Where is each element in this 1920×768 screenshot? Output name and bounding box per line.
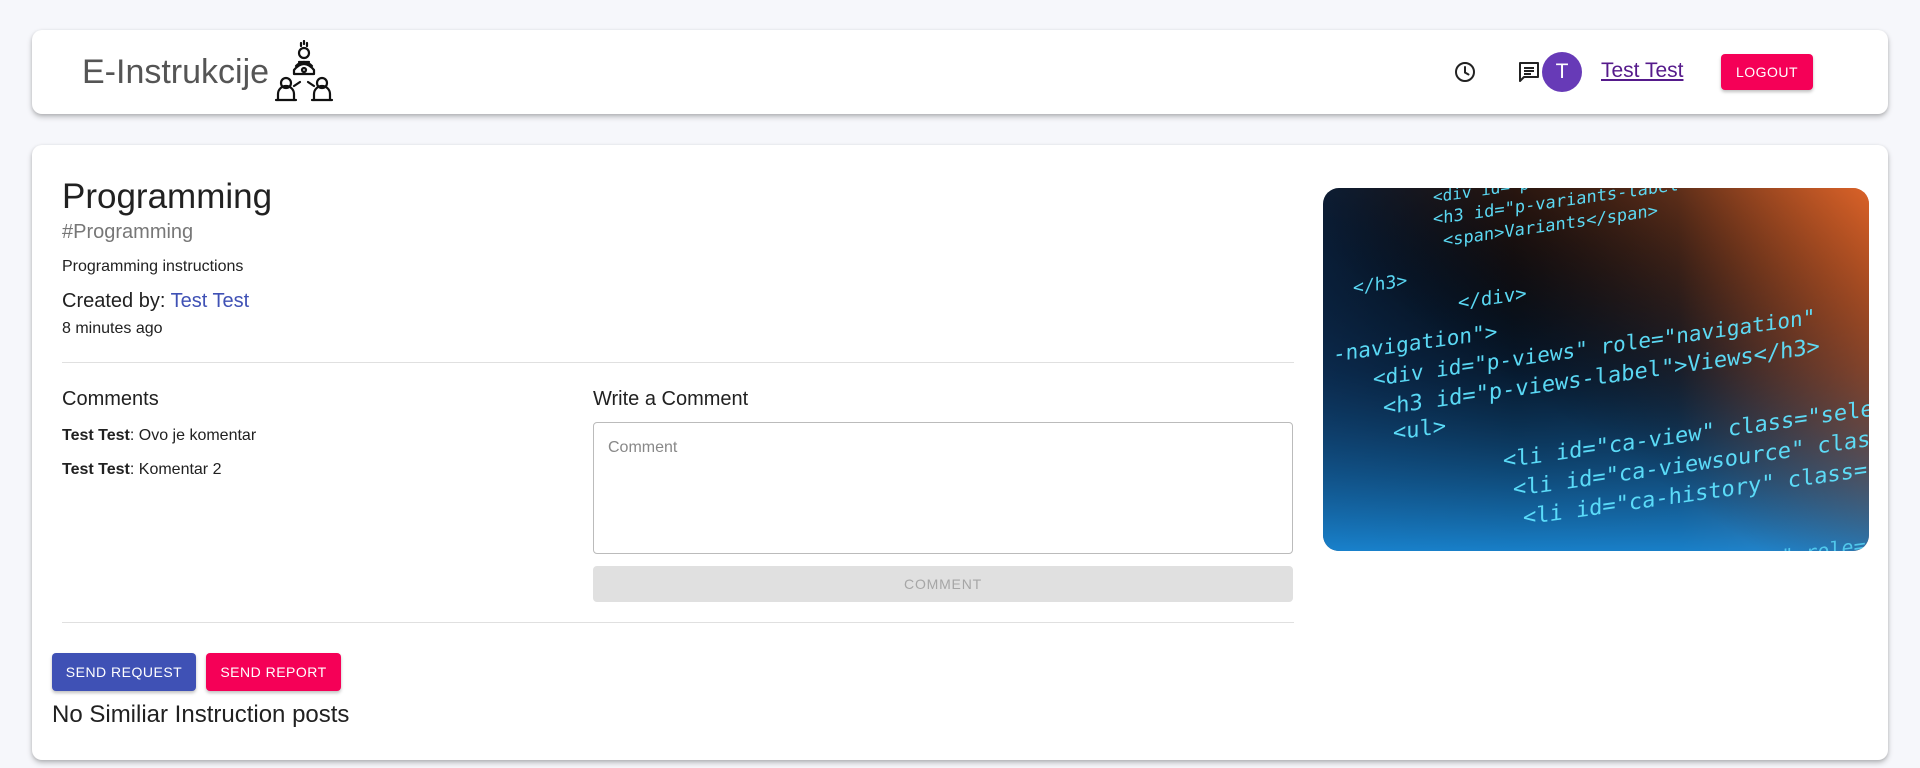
send-report-button[interactable]: SEND REPORT [206, 653, 341, 691]
tutor-students-icon [272, 39, 336, 104]
post-time: 8 minutes ago [62, 320, 163, 337]
post-title: Programming [62, 177, 273, 216]
created-by: Created by: Test Test [62, 290, 249, 313]
comment-submit-button[interactable]: COMMENT [593, 566, 1293, 602]
write-comment-heading: Write a Comment [593, 388, 749, 410]
comment-author: Test Test [62, 427, 130, 444]
comment-text: : Ovo je komentar [129, 427, 257, 444]
post-description: Programming instructions [62, 258, 244, 275]
post-image: <div id="p-variants" role="navigation"<h… [1323, 188, 1869, 551]
divider [62, 362, 1294, 363]
app-header: E-Instrukcije T Test Test LOGOUT [32, 30, 1888, 114]
avatar[interactable]: T [1542, 52, 1582, 92]
author-link[interactable]: Test Test [171, 290, 250, 312]
user-profile-link[interactable]: Test Test [1601, 59, 1683, 83]
comment-author: Test Test [62, 461, 130, 478]
comment-input[interactable] [593, 422, 1293, 554]
divider [62, 622, 1294, 623]
comment-item: Test Test: Ovo je komentar [62, 427, 256, 445]
logout-button[interactable]: LOGOUT [1721, 54, 1813, 90]
comments-heading: Comments [62, 388, 159, 410]
comment-text: : Komentar 2 [129, 461, 222, 478]
similar-posts-message: No Similiar Instruction posts [52, 701, 350, 728]
instruction-post-card: Programming #Programming Programming ins… [32, 145, 1888, 760]
comment-item: Test Test: Komentar 2 [62, 461, 221, 479]
brand-title[interactable]: E-Instrukcije [82, 50, 269, 94]
chat-icon [1519, 62, 1539, 82]
send-request-button[interactable]: SEND REQUEST [52, 653, 196, 691]
created-by-label: Created by: [62, 290, 166, 312]
clock-icon [1455, 62, 1475, 82]
post-tag: #Programming [62, 221, 194, 243]
history-button[interactable] [1445, 52, 1485, 92]
